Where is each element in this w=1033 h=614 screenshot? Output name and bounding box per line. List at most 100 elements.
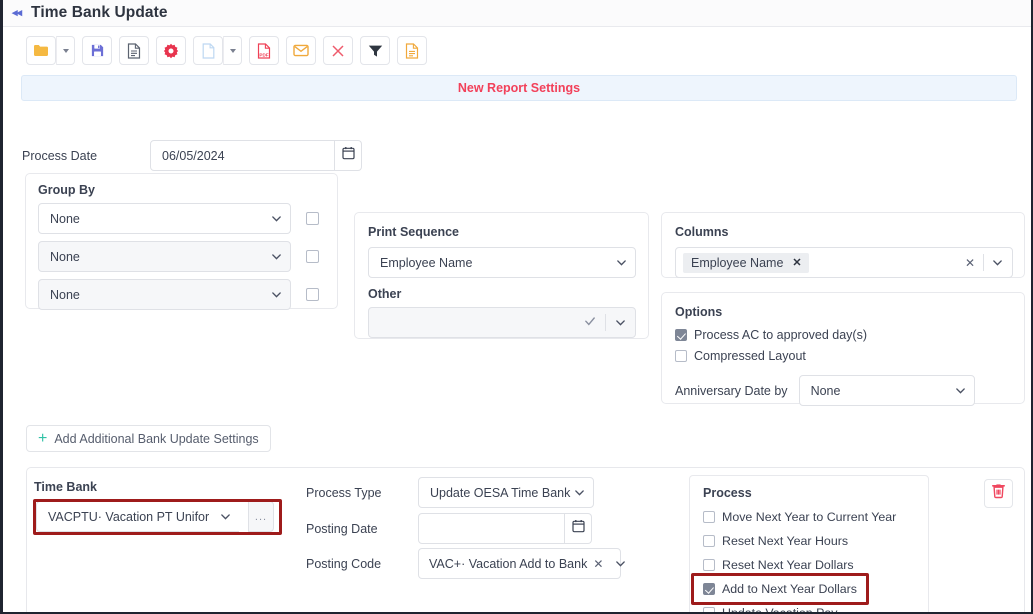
calendar-icon — [571, 519, 585, 538]
combo-divider — [605, 314, 606, 331]
chevron-down-icon — [271, 289, 282, 300]
process-checkbox-panel: Process Move Next Year to Current Year R… — [689, 475, 929, 614]
x-icon[interactable]: ✕ — [792, 256, 801, 269]
pdf-icon: PDF — [257, 42, 271, 59]
folder-icon-button[interactable] — [26, 36, 56, 65]
group-by-checkbox-2[interactable] — [306, 250, 319, 263]
reset-next-year-dollars-checkbox[interactable] — [703, 559, 715, 571]
save-icon-button[interactable] — [82, 36, 112, 65]
process-date-label: Process Date — [22, 148, 98, 163]
process-type-value: Update OESA Time Bank — [430, 485, 571, 500]
trash-icon — [991, 483, 1006, 504]
envelope-icon — [293, 44, 309, 57]
process-option-label: Add to Next Year Dollars — [722, 582, 857, 596]
document-lines-icon — [127, 42, 141, 59]
settings-icon-button[interactable] — [156, 36, 186, 65]
process-date-calendar-button[interactable] — [335, 140, 362, 171]
folder-dropdown-caret[interactable] — [56, 36, 75, 65]
option-compressed-layout-row: Compressed Layout — [675, 349, 1011, 363]
new-document-dropdown-caret[interactable] — [223, 36, 242, 65]
columns-tag[interactable]: Employee Name ✕ — [683, 252, 809, 273]
reset-next-year-hours-checkbox[interactable] — [703, 535, 715, 547]
move-next-year-to-current-year-checkbox[interactable] — [703, 511, 715, 523]
calendar-icon — [341, 146, 355, 165]
time-bank-label: Time Bank — [34, 480, 97, 494]
compressed-layout-label: Compressed Layout — [694, 349, 806, 363]
chevron-down-icon[interactable] — [992, 257, 1003, 268]
add-to-next-year-dollars-checkbox[interactable] — [703, 583, 715, 595]
page-title: Time Bank Update — [31, 4, 168, 21]
posting-date-input[interactable] — [418, 513, 565, 544]
process-option-row: Add to Next Year Dollars — [703, 582, 918, 596]
process-type-select[interactable]: Update OESA Time Bank — [418, 477, 594, 508]
folder-icon — [33, 44, 49, 58]
process-date-row: Process Date 06/05/2024 — [22, 140, 362, 171]
toolbar: PDF — [3, 27, 1031, 73]
process-date-input[interactable]: 06/05/2024 — [150, 140, 335, 171]
group-by-checkbox-3[interactable] — [306, 288, 319, 301]
update-vacation-pay-checkbox[interactable] — [703, 607, 715, 612]
time-bank-value: VACPTU· Vacation PT Unifor — [48, 509, 210, 524]
process-ac-checkbox[interactable] — [675, 329, 687, 341]
option-process-ac-row: Process AC to approved day(s) — [675, 328, 1011, 342]
banner-label: New Report Settings — [457, 81, 581, 95]
filter-icon-button[interactable] — [360, 36, 390, 65]
anniversary-date-select[interactable]: None — [798, 375, 975, 406]
group-by-row-2: None — [38, 241, 325, 272]
report-icon-button[interactable] — [119, 36, 149, 65]
process-option-label: Reset Next Year Hours — [722, 534, 849, 548]
blank-page-icon — [202, 42, 215, 59]
process-panel-title: Process — [703, 486, 752, 500]
columns-panel: Columns Employee Name ✕ ✕ — [661, 212, 1025, 278]
process-option-label: Reset Next Year Dollars — [722, 558, 854, 572]
chevron-down-icon — [574, 487, 585, 498]
group-by-title: Group By — [38, 183, 95, 197]
x-icon — [331, 44, 345, 58]
compressed-layout-checkbox[interactable] — [675, 350, 687, 362]
time-bank-browse-button[interactable]: ... — [248, 501, 274, 532]
add-additional-bank-update-settings-button[interactable]: + Add Additional Bank Update Settings — [26, 425, 271, 452]
group-by-checkbox-1[interactable] — [306, 212, 319, 225]
other-combo[interactable] — [368, 307, 636, 338]
chevron-down-icon — [271, 213, 282, 224]
clear-x-icon[interactable]: ✕ — [593, 557, 603, 571]
group-by-select-3[interactable]: None — [38, 279, 291, 310]
group-by-select-2[interactable]: None — [38, 241, 291, 272]
options-title: Options — [675, 305, 723, 319]
print-sequence-label: Print Sequence — [368, 225, 459, 239]
check-icon[interactable] — [584, 314, 596, 332]
posting-code-value: VAC+· Vacation Add to Bank — [429, 556, 588, 571]
clear-all-x-icon[interactable]: ✕ — [965, 256, 975, 270]
posting-date-calendar-button[interactable] — [565, 513, 592, 544]
other-label: Other — [368, 287, 402, 301]
chevron-down-icon[interactable] — [615, 317, 626, 328]
process-option-row: Move Next Year to Current Year — [703, 510, 918, 524]
columns-multiselect[interactable]: Employee Name ✕ ✕ — [675, 247, 1013, 278]
delete-bank-settings-button[interactable] — [984, 479, 1013, 508]
time-bank-field: VACPTU· Vacation PT Unifor ... — [36, 501, 274, 532]
notes-icon-button[interactable] — [397, 36, 427, 65]
process-option-label: Update Vacation Pay — [722, 606, 838, 614]
note-icon — [405, 42, 419, 59]
double-chevron-left-icon[interactable]: ◂◂ — [12, 7, 22, 19]
print-sequence-select[interactable]: Employee Name — [368, 247, 636, 278]
export-pdf-icon-button[interactable]: PDF — [249, 36, 279, 65]
email-icon-button[interactable] — [286, 36, 316, 65]
process-option-row: Reset Next Year Dollars — [703, 558, 918, 572]
posting-code-select[interactable]: VAC+· Vacation Add to Bank ✕ — [418, 548, 626, 579]
chevron-down-icon — [271, 251, 282, 262]
process-option-label: Move Next Year to Current Year — [722, 510, 897, 524]
time-bank-select[interactable]: VACPTU· Vacation PT Unifor — [36, 501, 239, 532]
anniversary-date-row: Anniversary Date by None — [675, 375, 1011, 406]
process-ac-label: Process AC to approved day(s) — [694, 328, 867, 342]
delete-icon-button[interactable] — [323, 36, 353, 65]
plus-icon: + — [38, 429, 48, 447]
options-panel: Options Process AC to approved day(s) Co… — [661, 292, 1025, 406]
chevron-down-icon[interactable] — [615, 558, 626, 569]
chevron-down-icon — [955, 385, 966, 396]
columns-tag-label: Employee Name — [691, 255, 784, 270]
process-option-row: Reset Next Year Hours — [703, 534, 918, 548]
group-by-select-1[interactable]: None — [38, 203, 291, 234]
new-document-icon-button[interactable] — [193, 36, 223, 65]
tagfield-divider — [983, 254, 984, 271]
